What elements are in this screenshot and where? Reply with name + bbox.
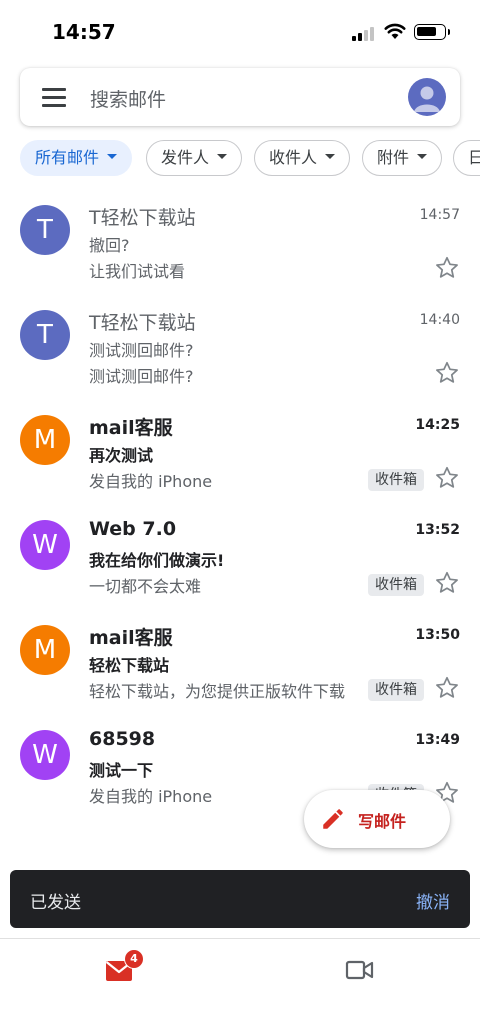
star-icon[interactable] [434, 570, 460, 596]
inbox-label-badge: 收件箱 [368, 469, 424, 491]
email-snippet: 发自我的 iPhone [89, 472, 213, 491]
menu-icon[interactable] [42, 88, 66, 107]
status-time: 14:57 [52, 20, 116, 44]
inbox-label-badge: 收件箱 [368, 574, 424, 596]
email-sender: 68598 [89, 728, 156, 750]
chip-label: 所有邮件 [35, 148, 100, 167]
chip-label: 日 [468, 148, 480, 167]
status-bar: 14:57 [0, 0, 480, 60]
email-sender: T轻松下载站 [89, 207, 196, 229]
email-row[interactable]: M mail客服 13:50 轻松下载站 轻松下载站，为您提供正版软件下载 收件… [0, 615, 480, 719]
email-time: 14:57 [419, 207, 460, 223]
search-input[interactable]: 搜索邮件 [90, 85, 166, 112]
sender-avatar: W [20, 730, 70, 780]
wifi-icon [384, 23, 406, 39]
email-subject: 测试一下 [89, 761, 154, 780]
email-subject: 测试测回邮件? [89, 341, 194, 360]
bottom-nav: 4 [0, 938, 480, 1017]
email-snippet: 轻松下载站，为您提供正版软件下载 [89, 682, 346, 701]
sender-avatar: M [20, 625, 70, 675]
chevron-down-icon [217, 154, 228, 159]
email-row[interactable]: M mail客服 14:25 再次测试 发自我的 iPhone 收件箱 [0, 405, 480, 509]
person-icon [414, 86, 440, 112]
email-snippet: 测试测回邮件? [89, 367, 194, 386]
star-icon[interactable] [434, 255, 460, 281]
email-time: 13:52 [415, 522, 460, 538]
sender-avatar: M [20, 415, 70, 465]
snackbar: 已发送 撤消 [10, 870, 470, 928]
chip-label: 发件人 [161, 148, 210, 167]
email-subject: 再次测试 [89, 446, 154, 465]
video-icon[interactable] [344, 957, 376, 983]
search-bar[interactable]: 搜索邮件 [20, 68, 460, 126]
account-avatar[interactable] [408, 78, 446, 116]
battery-icon [414, 24, 450, 40]
inbox-label-badge: 收件箱 [368, 679, 424, 701]
chevron-down-icon [325, 154, 336, 159]
email-time: 13:49 [415, 732, 460, 748]
sender-avatar: T [20, 310, 70, 360]
email-subject: 轻松下载站 [89, 656, 170, 675]
filter-chip-all-mail[interactable]: 所有邮件 [20, 140, 133, 176]
pencil-icon [323, 809, 343, 829]
chevron-down-icon [417, 154, 428, 159]
undo-button[interactable]: 撤消 [416, 888, 450, 913]
email-subject: 撤回? [89, 236, 130, 255]
email-row[interactable]: T T轻松下载站 14:57 撤回? 让我们试试看 [0, 195, 480, 299]
filter-chip-from[interactable]: 发件人 [146, 140, 243, 176]
email-row[interactable]: W Web 7.0 13:52 我在给你们做演示! 一切都不会太难 收件箱 [0, 510, 480, 614]
filter-chip-attachment[interactable]: 附件 [362, 140, 443, 176]
email-subject: 我在给你们做演示! [89, 551, 225, 570]
chevron-down-icon [107, 154, 118, 159]
email-sender: T轻松下载站 [89, 312, 196, 334]
cellular-signal-icon [352, 25, 376, 41]
snackbar-message: 已发送 [30, 893, 81, 913]
star-icon[interactable] [434, 360, 460, 386]
email-time: 13:50 [415, 627, 460, 643]
email-snippet: 一切都不会太难 [89, 577, 202, 596]
email-snippet: 发自我的 iPhone [89, 787, 213, 806]
sender-avatar: W [20, 520, 70, 570]
email-sender: mail客服 [89, 627, 173, 649]
email-sender: Web 7.0 [89, 518, 177, 540]
email-time: 14:40 [419, 312, 460, 328]
email-snippet: 让我们试试看 [89, 262, 186, 281]
filter-chips: 所有邮件 发件人 收件人 附件 日 [20, 140, 480, 178]
chip-label: 附件 [377, 148, 410, 167]
star-icon[interactable] [434, 465, 460, 491]
filter-chip-date[interactable]: 日 [453, 140, 480, 176]
sender-avatar: T [20, 205, 70, 255]
email-time: 14:25 [415, 417, 460, 433]
compose-button[interactable]: 写邮件 [304, 790, 450, 848]
compose-label: 写邮件 [358, 812, 407, 831]
filter-chip-to[interactable]: 收件人 [254, 140, 351, 176]
mail-badge: 4 [124, 949, 144, 969]
star-icon[interactable] [434, 675, 460, 701]
chip-label: 收件人 [269, 148, 318, 167]
email-row[interactable]: T T轻松下载站 14:40 测试测回邮件? 测试测回邮件? [0, 300, 480, 404]
email-sender: mail客服 [89, 417, 173, 439]
